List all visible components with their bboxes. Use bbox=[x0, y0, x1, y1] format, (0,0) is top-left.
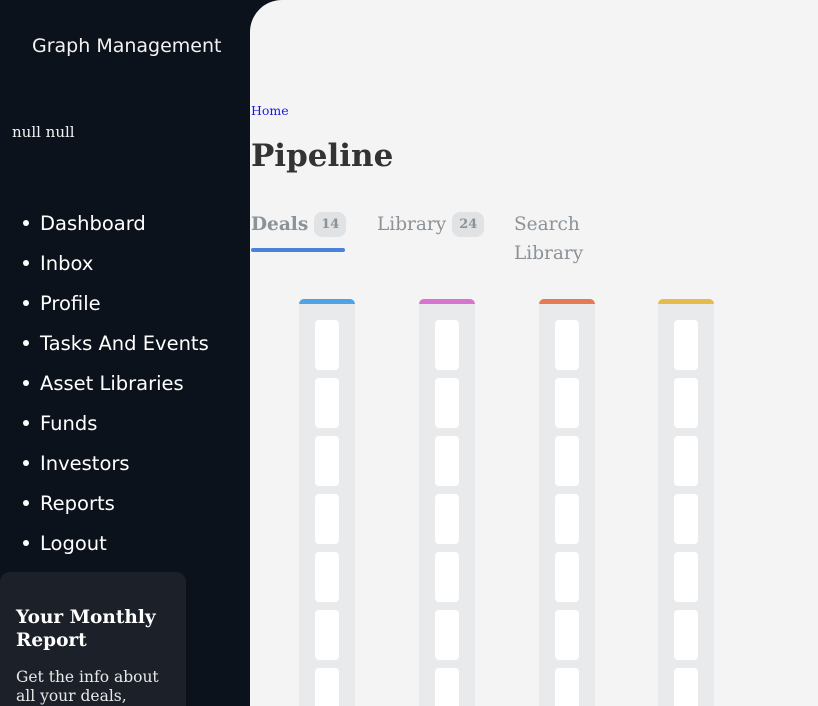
sidebar-item-asset-libraries[interactable]: Asset Libraries bbox=[20, 363, 209, 403]
pipeline-column bbox=[299, 299, 355, 706]
tab-library[interactable]: Library 24 bbox=[377, 210, 485, 252]
bullet-icon bbox=[23, 340, 29, 346]
deal-card[interactable] bbox=[435, 378, 459, 428]
column-color-bar bbox=[299, 299, 355, 304]
deal-card[interactable] bbox=[315, 668, 339, 706]
deal-card[interactable] bbox=[555, 320, 579, 370]
deal-card[interactable] bbox=[674, 378, 698, 428]
sidebar-item-label: Investors bbox=[40, 451, 130, 475]
app-title: Graph Management bbox=[32, 35, 222, 57]
sidebar-item-label: Reports bbox=[40, 491, 115, 515]
bullet-icon bbox=[23, 460, 29, 466]
tab-label: Library bbox=[377, 214, 447, 235]
sidebar-item-tasks-and-events[interactable]: Tasks And Events bbox=[20, 323, 209, 363]
sidebar-item-label: Inbox bbox=[40, 251, 94, 275]
column-color-bar bbox=[419, 299, 475, 304]
sidebar-item-reports[interactable]: Reports bbox=[20, 483, 209, 523]
deal-card[interactable] bbox=[315, 320, 339, 370]
deal-card[interactable] bbox=[435, 436, 459, 486]
breadcrumb-home-link[interactable]: Home bbox=[251, 103, 289, 118]
deal-card[interactable] bbox=[435, 552, 459, 602]
sidebar-item-label: Logout bbox=[40, 531, 107, 555]
deal-card[interactable] bbox=[555, 378, 579, 428]
deal-card[interactable] bbox=[674, 552, 698, 602]
deal-card[interactable] bbox=[674, 436, 698, 486]
sidebar-item-investors[interactable]: Investors bbox=[20, 443, 209, 483]
deal-card[interactable] bbox=[555, 436, 579, 486]
bullet-icon bbox=[23, 220, 29, 226]
deal-card[interactable] bbox=[315, 436, 339, 486]
pipeline-column bbox=[658, 299, 714, 706]
sidebar-item-inbox[interactable]: Inbox bbox=[20, 243, 209, 283]
report-card-title: Your Monthly Report bbox=[16, 607, 156, 651]
tab-search-library[interactable]: Search Library bbox=[514, 210, 583, 264]
deal-card[interactable] bbox=[555, 668, 579, 706]
deal-card[interactable] bbox=[435, 668, 459, 706]
deal-card[interactable] bbox=[435, 320, 459, 370]
main-content: Home Pipeline Deals 14 Library 24 Search… bbox=[250, 0, 818, 706]
sidebar-item-label: Tasks And Events bbox=[40, 331, 209, 355]
sidebar-nav: Dashboard Inbox Profile Tasks And Events… bbox=[20, 203, 209, 563]
sidebar: Graph Management null null Dashboard Inb… bbox=[0, 0, 250, 706]
bullet-icon bbox=[23, 380, 29, 386]
sidebar-item-label: Funds bbox=[40, 411, 98, 435]
deal-card[interactable] bbox=[555, 552, 579, 602]
sidebar-item-funds[interactable]: Funds bbox=[20, 403, 209, 443]
monthly-report-card[interactable]: Your Monthly Report Get the info about a… bbox=[0, 572, 186, 706]
deal-card[interactable] bbox=[674, 668, 698, 706]
sidebar-item-profile[interactable]: Profile bbox=[20, 283, 209, 323]
sidebar-item-label: Dashboard bbox=[40, 211, 146, 235]
pipeline-column bbox=[419, 299, 475, 706]
bullet-icon bbox=[23, 260, 29, 266]
pipeline-column bbox=[539, 299, 595, 706]
sidebar-item-logout[interactable]: Logout bbox=[20, 523, 209, 563]
deal-card[interactable] bbox=[315, 378, 339, 428]
active-tab-indicator bbox=[251, 248, 345, 252]
deal-card[interactable] bbox=[315, 552, 339, 602]
count-badge: 24 bbox=[452, 212, 485, 237]
sidebar-item-label: Asset Libraries bbox=[40, 371, 184, 395]
report-card-description: Get the info about all your deals, bbox=[16, 668, 159, 705]
tab-label: Search Library bbox=[514, 214, 584, 264]
page-title: Pipeline bbox=[251, 138, 394, 174]
deal-card[interactable] bbox=[315, 610, 339, 660]
bullet-icon bbox=[23, 540, 29, 546]
sidebar-item-dashboard[interactable]: Dashboard bbox=[20, 203, 209, 243]
deal-card[interactable] bbox=[555, 494, 579, 544]
tab-label: Deals bbox=[251, 214, 309, 235]
deal-card[interactable] bbox=[674, 494, 698, 544]
column-color-bar bbox=[658, 299, 714, 304]
deal-card[interactable] bbox=[435, 610, 459, 660]
deal-card[interactable] bbox=[435, 494, 459, 544]
deal-card[interactable] bbox=[315, 494, 339, 544]
deal-card[interactable] bbox=[674, 610, 698, 660]
count-badge: 14 bbox=[314, 212, 347, 237]
user-name: null null bbox=[12, 123, 75, 141]
sidebar-item-label: Profile bbox=[40, 291, 101, 315]
bullet-icon bbox=[23, 420, 29, 426]
deal-card[interactable] bbox=[555, 610, 579, 660]
bullet-icon bbox=[23, 500, 29, 506]
column-color-bar bbox=[539, 299, 595, 304]
deal-card[interactable] bbox=[674, 320, 698, 370]
tab-deals[interactable]: Deals 14 bbox=[251, 210, 347, 252]
bullet-icon bbox=[23, 300, 29, 306]
